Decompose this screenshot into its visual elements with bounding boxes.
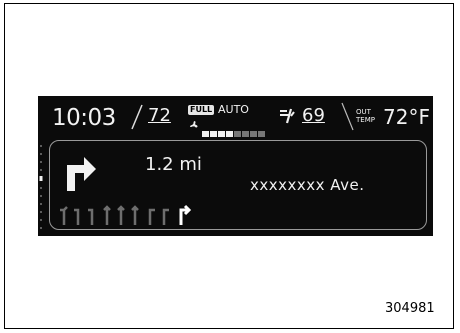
- navigation-panel: 1.2 mi xxxxxxxx Ave.: [49, 140, 427, 230]
- turn-distance: 1.2 mi: [145, 154, 202, 175]
- clock: 10:03: [52, 105, 116, 131]
- status-bar: 10:03 72 FULL AUTO 69 OUT TEMP 72°F: [38, 96, 433, 138]
- lane-guidance: [60, 204, 192, 225]
- figure-id: 304981: [385, 301, 435, 316]
- lane-right-active-icon: [179, 204, 192, 225]
- lane-left-icon: [74, 208, 80, 225]
- airflow-mode-icon: [280, 108, 295, 124]
- lane-right-icon: [162, 208, 169, 225]
- outside-label-line2: TEMP: [356, 116, 375, 124]
- driver-temp: 72: [148, 105, 171, 126]
- lane-right-icon: [148, 208, 155, 225]
- divider-slash-icon: [131, 104, 143, 130]
- lane-left-icon: [60, 206, 68, 225]
- multi-function-display: 10:03 72 FULL AUTO 69 OUT TEMP 72°F 1.2 …: [38, 96, 433, 236]
- lane-straight-icon: [103, 205, 111, 225]
- lane-left-icon: [88, 208, 94, 225]
- outside-temp-label: OUT TEMP: [356, 108, 375, 124]
- fan-mode-text: AUTO: [218, 103, 249, 116]
- fan-level-bar: [202, 122, 266, 141]
- page-indicator: [38, 142, 44, 232]
- lane-straight-icon: [117, 205, 125, 225]
- figure-frame: 10:03 72 FULL AUTO 69 OUT TEMP 72°F 1.2 …: [4, 3, 454, 329]
- outside-temp: 72°F: [383, 105, 430, 129]
- divider-slash-icon: [341, 102, 354, 131]
- outside-label-line1: OUT: [356, 108, 371, 116]
- lane-straight-icon: [131, 205, 139, 225]
- passenger-temp: 69: [302, 105, 325, 126]
- turn-right-arrow-icon: [67, 157, 96, 191]
- fan-mode-badge: FULL: [188, 105, 215, 115]
- fan-status: FULL AUTO: [188, 103, 268, 137]
- fan-icon: [190, 121, 198, 128]
- street-name: xxxxxxxx Ave.: [250, 176, 365, 194]
